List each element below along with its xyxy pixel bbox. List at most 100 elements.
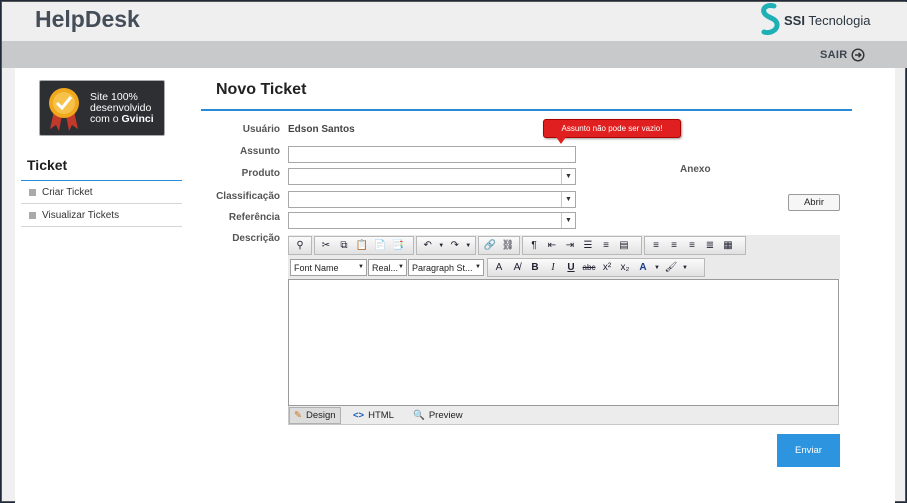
classificacao-select[interactable]: ▼ — [288, 191, 576, 208]
sidebar-item-criar-ticket[interactable]: Criar Ticket — [21, 181, 182, 204]
editor-toolbar-row-1: ⚲ ✂ ⧉ 📋 📄 📑 ↶ ▼ ↷ ▼ 🔗 ⛓ ¶ ⇤ ⇥ ☰ ≡ ▤ ≡ ≡ … — [288, 235, 840, 257]
header: HelpDesk SSI Tecnologia — [2, 2, 907, 41]
bold-icon[interactable]: B — [527, 260, 543, 276]
font-name-select[interactable]: Font Name ▼ — [290, 259, 367, 276]
strikethrough-icon[interactable]: abc — [581, 260, 597, 276]
assunto-label: Assunto — [240, 146, 280, 157]
code-icon: <> — [353, 410, 365, 421]
chevron-down-icon: ▼ — [561, 169, 575, 184]
outdent-icon[interactable]: ⇤ — [544, 238, 560, 254]
editor-content-area[interactable] — [288, 279, 839, 406]
sidebar-item-label: Criar Ticket — [42, 186, 93, 198]
remove-link-icon[interactable]: ⛓ — [500, 238, 516, 254]
bullet-square-icon — [29, 211, 36, 219]
highlight-icon[interactable]: 🖌 — [663, 260, 679, 276]
top-navbar: SAIR — [2, 41, 907, 68]
chevron-down-icon: ▼ — [561, 192, 575, 207]
toolbar-group-links: 🔗 ⛓ — [478, 236, 520, 255]
undo-dropdown-icon[interactable]: ▼ — [437, 238, 445, 254]
tab-preview[interactable]: 🔍 Preview — [409, 407, 467, 424]
paste-text-icon[interactable]: 📄 — [372, 238, 388, 254]
paragraph-style-select[interactable]: Paragraph St... ▼ — [408, 259, 484, 276]
tab-html-label: HTML — [368, 410, 394, 421]
font-size-value: Real... — [372, 262, 399, 273]
copy-icon[interactable]: ⧉ — [336, 238, 352, 254]
format-a-icon[interactable]: A — [491, 260, 507, 276]
award-seal-icon — [49, 88, 79, 131]
paste-icon[interactable]: 📋 — [354, 238, 370, 254]
find-binoculars-icon[interactable]: ⚲ — [292, 238, 308, 254]
paragraph-icon[interactable]: ¶ — [526, 238, 542, 254]
align-right-icon[interactable]: ≡ — [684, 238, 700, 254]
brand-title: HelpDesk — [35, 6, 140, 32]
error-tooltip: Assunto não pode ser vazio! — [543, 119, 681, 144]
produto-label: Produto — [241, 168, 280, 179]
magnifier-icon: 🔍 — [413, 410, 425, 421]
descricao-label: Descrição — [232, 233, 280, 244]
toolbar-group-paragraph: ¶ ⇤ ⇥ ☰ ≡ ▤ — [522, 236, 642, 255]
chevron-down-icon: ▼ — [358, 264, 364, 270]
tab-html[interactable]: <> HTML — [349, 407, 398, 424]
company-logo: SSI Tecnologia — [758, 2, 871, 38]
clear-format-icon[interactable]: A̸ — [509, 260, 525, 276]
cut-icon[interactable]: ✂ — [318, 238, 334, 254]
logo-text-bold: SSI — [784, 12, 805, 28]
editor-mode-tabs: ✎ Design <> HTML 🔍 Preview — [288, 406, 839, 425]
logo-text: Tecnologia — [804, 12, 871, 28]
pencil-icon: ✎ — [294, 410, 302, 421]
abrir-button[interactable]: Abrir — [788, 194, 840, 211]
ssi-logo-icon — [761, 3, 780, 35]
badge-brand: Gvinci — [121, 112, 154, 125]
insert-table-icon[interactable]: ▦ — [720, 238, 736, 254]
font-size-select[interactable]: Real... ▼ — [368, 259, 407, 276]
anexo-label: Anexo — [680, 164, 711, 175]
toolbar-group-format: A A̸ B I U abc x² x₂ A ▼ 🖌 ▼ — [487, 258, 705, 277]
chevron-down-icon: ▼ — [398, 264, 404, 270]
justify-full-icon[interactable]: ▤ — [616, 238, 632, 254]
badge-line-1: Site 100% — [90, 90, 138, 103]
underline-icon[interactable]: U — [563, 260, 579, 276]
toolbar-group-find: ⚲ — [288, 236, 312, 255]
subscript-icon[interactable]: x₂ — [617, 260, 633, 276]
logout-label: SAIR — [820, 49, 848, 61]
referencia-select[interactable]: ▼ — [288, 212, 576, 229]
page-title: Novo Ticket — [216, 81, 307, 98]
paste-html-icon[interactable]: 📑 — [390, 238, 406, 254]
submit-button[interactable]: Enviar — [777, 434, 840, 467]
toolbar-group-clipboard: ✂ ⧉ 📋 📄 📑 — [314, 236, 414, 255]
font-name-value: Font Name — [294, 262, 339, 273]
font-color-icon[interactable]: A — [635, 260, 651, 276]
gvinci-badge[interactable]: Site 100% desenvolvido com o Gvinci — [39, 80, 165, 136]
italic-icon[interactable]: I — [545, 260, 561, 276]
redo-icon[interactable]: ↷ — [447, 238, 462, 254]
toolbar-group-align: ≡ ≡ ≡ ≣ ▦ — [644, 236, 746, 255]
bullet-list-icon[interactable]: ☰ — [580, 238, 596, 254]
align-left-icon[interactable]: ≡ — [648, 238, 664, 254]
produto-select[interactable]: ▼ — [288, 168, 576, 185]
indent-icon[interactable]: ⇥ — [562, 238, 578, 254]
app-frame: HelpDesk SSI Tecnologia SAIR Site 100% d… — [1, 1, 907, 503]
logout-link[interactable]: SAIR — [820, 48, 865, 62]
chevron-down-icon: ▼ — [561, 213, 575, 228]
superscript-icon[interactable]: x² — [599, 260, 615, 276]
sidebar-item-visualizar-tickets[interactable]: Visualizar Tickets — [21, 204, 182, 227]
classificacao-label: Classificação — [216, 191, 280, 202]
tab-design[interactable]: ✎ Design — [289, 407, 341, 424]
redo-dropdown-icon[interactable]: ▼ — [464, 238, 472, 254]
arrow-circle-right-icon — [851, 48, 865, 62]
rich-text-editor: ⚲ ✂ ⧉ 📋 📄 📑 ↶ ▼ ↷ ▼ 🔗 ⛓ ¶ ⇤ ⇥ ☰ ≡ ▤ ≡ ≡ … — [288, 235, 840, 425]
paragraph-style-value: Paragraph St... — [412, 262, 473, 273]
usuario-value: Edson Santos — [288, 124, 355, 135]
chevron-down-icon: ▼ — [475, 264, 481, 270]
insert-link-icon[interactable]: 🔗 — [482, 238, 498, 254]
align-center-icon[interactable]: ≡ — [666, 238, 682, 254]
title-divider — [201, 109, 852, 111]
tab-design-label: Design — [305, 410, 336, 421]
highlight-dropdown-icon[interactable]: ▼ — [681, 260, 689, 276]
align-justify-icon[interactable]: ≣ — [702, 238, 718, 254]
assunto-input[interactable] — [288, 146, 576, 163]
font-color-dropdown-icon[interactable]: ▼ — [653, 260, 661, 276]
referencia-label: Referência — [228, 212, 280, 223]
undo-icon[interactable]: ↶ — [420, 238, 435, 254]
numbered-list-icon[interactable]: ≡ — [598, 238, 614, 254]
